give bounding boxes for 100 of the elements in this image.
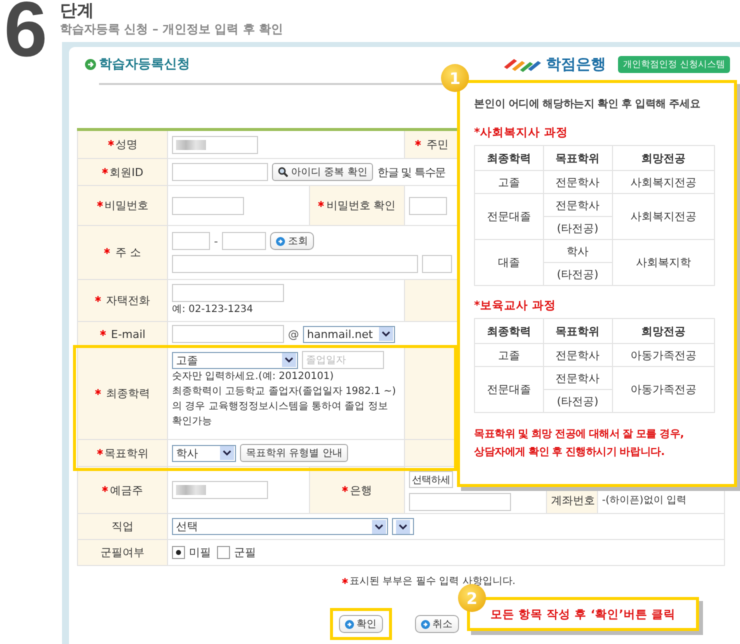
input-field[interactable] <box>172 481 268 499</box>
radio-button[interactable] <box>172 546 185 559</box>
password-field[interactable] <box>409 196 447 214</box>
field-label: 비밀번호 <box>96 198 148 213</box>
required-mark-icon <box>108 140 114 146</box>
address-field[interactable] <box>422 255 452 273</box>
table-cell: 전문대졸 <box>474 366 544 412</box>
email-domain-select[interactable]: hanmail.net <box>303 326 395 342</box>
field-label: 은행 <box>342 482 372 498</box>
column-header: 최종학력 <box>474 146 544 170</box>
table-cell: 대졸 <box>474 240 544 286</box>
blurred-text <box>176 140 206 150</box>
input-field[interactable] <box>409 493 511 511</box>
phone-field[interactable] <box>172 284 284 302</box>
action-button[interactable]: 취소 <box>414 615 458 633</box>
note-text: 최종학력이 고등학교 졸업자(졸업일자 1982.1 ~)의 경우 교육행정정보시스템을 통하여 졸업 정보 확인가능 <box>172 385 397 429</box>
field-label: 주 소 <box>104 245 141 260</box>
zip-field[interactable] <box>172 232 210 250</box>
required-mark-icon <box>415 140 421 146</box>
table-cell: 전문대졸 <box>474 194 544 240</box>
table-cell: 사회복지전공 <box>612 194 714 240</box>
table-cell: 전문학사 <box>543 344 612 366</box>
caret-icon <box>372 520 386 534</box>
step-title: 단계 <box>60 1 95 21</box>
separator-text: - <box>214 234 218 248</box>
field-label: 예금주 <box>102 482 143 498</box>
field-label: 군필여부 <box>100 545 144 560</box>
job-select[interactable]: 선택 <box>172 518 388 535</box>
search-button[interactable]: 조회 <box>270 232 314 250</box>
field-label: 계좌번호 <box>551 493 595 508</box>
field-label: 성명 <box>108 137 138 152</box>
field-label: 최종학력 <box>94 386 150 400</box>
field-label: 직업 <box>112 519 134 534</box>
required-mark-icon <box>100 330 106 336</box>
example-text: 예: 02-123-1234 <box>172 303 254 317</box>
required-mark-icon <box>318 201 324 207</box>
field-label: 주민 <box>415 137 448 152</box>
education-select[interactable]: 고졸 <box>172 352 298 368</box>
caret-icon <box>379 327 393 341</box>
required-mark-icon <box>94 296 101 302</box>
guide-intro: 본인이 어디에 해당하는지 확인 후 입력해 주세요 <box>474 97 702 111</box>
required-mark-icon <box>102 486 108 492</box>
at-sign-text: @ <box>288 328 299 340</box>
field-label: E-mail <box>100 328 146 340</box>
logo-text: 학점은행 <box>546 54 606 74</box>
column-header: 희망전공 <box>612 146 714 170</box>
step-number: 6 <box>4 0 48 68</box>
table-cell: 전문학사 <box>543 170 612 194</box>
address-field[interactable] <box>172 255 418 273</box>
column-header: 목표학위 <box>543 146 612 170</box>
section-title: *보육교사 과정 <box>474 298 558 313</box>
input-field[interactable] <box>172 163 268 181</box>
caret-icon <box>220 446 234 460</box>
table-cell: 고졸 <box>474 344 544 366</box>
required-mark-icon <box>96 201 102 207</box>
step-subtitle: 학습자등록 신청 – 개인정보 입력 후 확인 <box>60 21 284 38</box>
bank-select[interactable]: 선택하세 <box>409 471 453 488</box>
guide-note: 상담자에게 확인 후 진행하시기 바랍니다. <box>474 445 666 460</box>
radio-label: 미필 <box>189 545 211 560</box>
required-mark-icon <box>342 578 348 584</box>
email-field[interactable] <box>172 325 284 343</box>
blurred-text <box>176 485 206 495</box>
guide-note: 목표학위 및 희망 전공에 대해서 잘 모를 경우, <box>474 427 684 442</box>
caret-icon <box>396 520 410 534</box>
job-detail-select[interactable] <box>392 518 414 535</box>
table-cell: 사회복지전공 <box>612 170 714 194</box>
required-mark-icon <box>342 486 348 492</box>
arrow-icon <box>276 236 285 246</box>
arrow-icon <box>420 620 430 628</box>
table-cell: 사회복지학 <box>612 240 714 286</box>
password-field[interactable] <box>172 196 244 214</box>
arrow-icon <box>85 58 96 70</box>
field-label: 비밀번호 확인 <box>318 198 396 213</box>
field-label: 자택전화 <box>94 293 150 308</box>
field-label: 목표학위 <box>96 446 148 460</box>
degree-select[interactable]: 학사 <box>172 444 236 462</box>
required-mark-icon <box>96 448 102 454</box>
required-mark-icon <box>94 388 101 394</box>
field-label: 회원ID <box>102 164 144 180</box>
table-cell: 전문학사 <box>543 194 612 216</box>
column-header: 목표학위 <box>543 318 612 344</box>
table-cell: 아동가족전공 <box>612 366 714 412</box>
input-field[interactable] <box>172 136 258 154</box>
table-cell: 학사 <box>543 240 612 262</box>
action-button[interactable]: 확인 <box>338 615 382 633</box>
caret-icon <box>282 353 296 367</box>
zip-field[interactable] <box>222 232 266 250</box>
panel-title: 학습자등록신청 <box>99 56 190 73</box>
graduation-date-field[interactable]: 졸업일자 <box>302 351 384 369</box>
id-check-button[interactable]: 아이디 중복 확인 <box>272 163 374 181</box>
radio-button[interactable] <box>217 546 230 559</box>
hint-text: 한글 및 특수문 <box>377 164 446 180</box>
hint-text: -(하이픈)없이 입력 <box>602 495 687 506</box>
required-mark-icon <box>102 168 108 174</box>
radio-label: 군필 <box>234 545 256 560</box>
table-cell: 고졸 <box>474 170 544 194</box>
column-header: 희망전공 <box>612 318 714 344</box>
section-title: *사회복지사 과정 <box>474 125 570 140</box>
degree-guide-button[interactable]: 목표학위 유형별 안내 <box>240 444 348 462</box>
search-icon <box>278 167 288 177</box>
